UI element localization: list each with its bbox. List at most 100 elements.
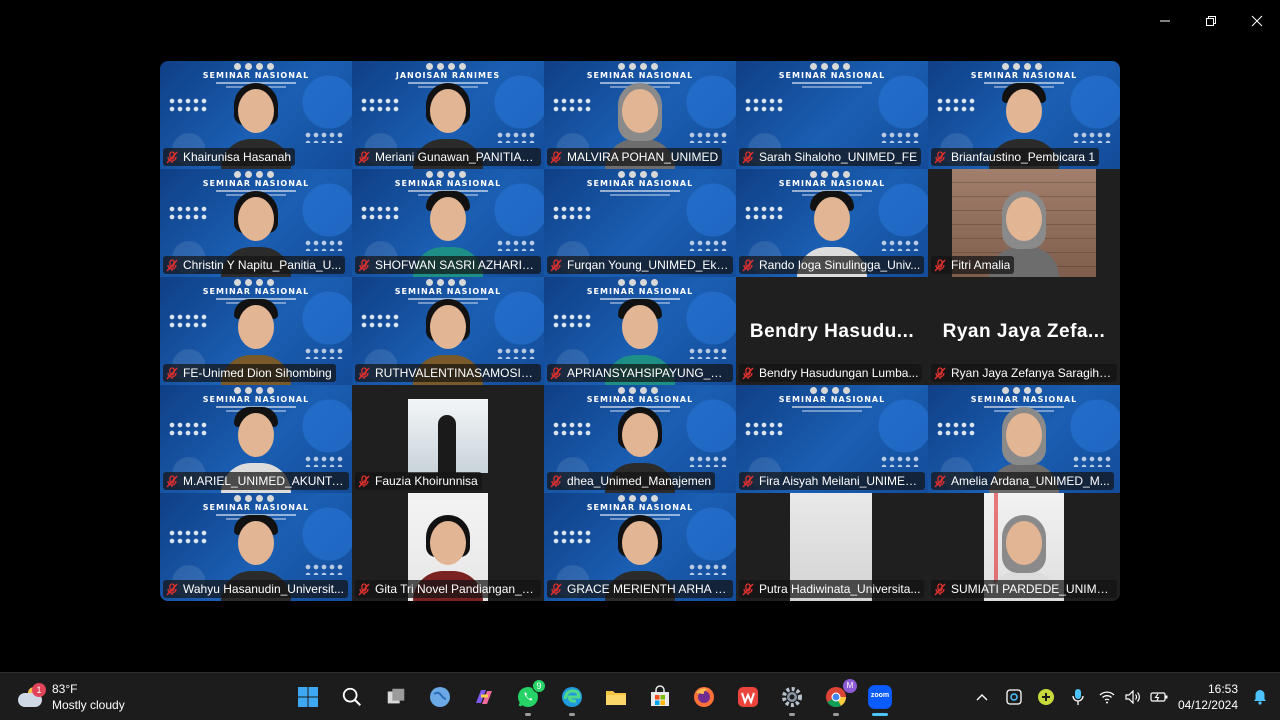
banner-title: SEMINAR NASIONAL [778,71,886,80]
muted-mic-icon [166,150,178,164]
participant-tile[interactable]: SEMINAR NASIONAL RUTHVALENTINASAMOSIR_... [352,277,544,385]
participant-tile[interactable]: Gita Tri Novel Pandiangan_U... [352,493,544,601]
participant-nameplate: M.ARIEL_UNIMED_AKUNTA... [163,472,349,490]
taskbar-app-store[interactable] [638,677,682,717]
muted-mic-icon [166,366,178,380]
muted-mic-icon [934,150,946,164]
participant-tile[interactable]: Putra Hadiwinata_Universita... [736,493,928,601]
muted-mic-icon [358,150,370,164]
banner-title: SEMINAR NASIONAL [586,287,694,296]
participant-name: GRACE MERIENTH ARHA SIL... [567,582,729,596]
participant-name: M.ARIEL_UNIMED_AKUNTA... [183,474,345,488]
battery-tray-button[interactable] [1146,677,1172,717]
participant-tile[interactable]: SEMINAR NASIONAL Amelia Ardana_UNIMED_M..… [928,385,1120,493]
participant-nameplate: Fauzia Khoirunnisa [355,472,482,490]
participant-name: Christin Y Napitu_Panitia_U... [183,258,342,272]
close-icon [1251,15,1263,27]
participant-name: Bendry Hasudungan Lumba... [759,366,919,380]
sync-tray-button[interactable] [998,677,1030,717]
zoom-icon: zoom [867,684,893,710]
wifi-tray-button[interactable] [1094,677,1120,717]
taskbar-app-settings[interactable] [770,677,814,717]
close-button[interactable] [1234,0,1280,42]
speaker-icon [1125,690,1140,704]
clock[interactable]: 16:53 04/12/2024 [1178,681,1238,713]
weather-temp: 83°F [52,682,78,696]
taskbar-app-search[interactable] [330,677,374,717]
participant-tile[interactable]: SEMINAR NASIONAL GRACE MERIENTH ARHA SIL.… [544,493,736,601]
participant-name: Fauzia Khoirunnisa [375,474,478,488]
running-indicator [833,713,839,716]
chrome-icon: M [824,679,857,709]
taskbar-app-edge[interactable] [550,677,594,717]
participant-tile[interactable]: Fauzia Khoirunnisa [352,385,544,493]
globe-icon [428,685,452,709]
taskbar-app-windows-start[interactable] [286,677,330,717]
taskbar-app-globe[interactable] [418,677,462,717]
participant-tile[interactable]: SEMINAR NASIONAL Brianfaustino_Pembicara … [928,61,1120,169]
participant-name: FE-Unimed Dion Sihombing [183,366,332,380]
minimize-button[interactable] [1142,0,1188,42]
clock-date: 04/12/2024 [1177,698,1238,712]
participant-tile[interactable]: SEMINAR NASIONAL MALVIRA POHAN_UNIMED [544,61,736,169]
active-indicator [872,713,888,716]
participant-tile[interactable]: SEMINAR NASIONAL Khairunisa Hasanah [160,61,352,169]
participant-tile[interactable]: SEMINAR NASIONAL Christin Y Napitu_Paniti… [160,169,352,277]
participant-nameplate: Ryan Jaya Zefanya Saragih_... [931,364,1117,382]
firefox-icon [692,685,716,709]
participant-name: RUTHVALENTINASAMOSIR_... [375,366,537,380]
taskbar-app-whatsapp[interactable]: 9 [506,677,550,717]
participant-name: MALVIRA POHAN_UNIMED [567,150,719,164]
participant-tile[interactable]: JANOISAN RANIMES Meriani Gunawan_PANITIA_… [352,61,544,169]
taskbar-app-copilot[interactable] [462,677,506,717]
participant-nameplate: SUMIATI PARDEDE_UNIMED... [931,580,1117,598]
participant-name: Brianfaustino_Pembicara 1 [951,150,1096,164]
muted-mic-icon [550,474,562,488]
participant-tile[interactable]: SEMINAR NASIONAL SHOFWAN SASRI AZHARI_U..… [352,169,544,277]
participant-tile[interactable]: SEMINAR NASIONAL Wahyu Hasanudin_Universi… [160,493,352,601]
app-tray-button[interactable] [1030,677,1062,717]
windows-start-icon [296,685,320,709]
participant-tile[interactable]: SEMINAR NASIONAL APRIANSYAHSIPAYUNG_KET..… [544,277,736,385]
taskbar-app-task-view[interactable] [374,677,418,717]
taskbar-app-file-explorer[interactable] [594,677,638,717]
copilot-icon [472,685,496,709]
participant-tile[interactable]: SEMINAR NASIONAL Sarah Sihaloho_UNIMED_FE [736,61,928,169]
show-hidden-icons-button[interactable] [966,677,998,717]
participant-tile[interactable]: SEMINAR NASIONAL Furqan Young_UNIMED_Eko.… [544,169,736,277]
banner-title: SEMINAR NASIONAL [778,395,886,404]
search-icon [341,686,363,708]
participant-tile[interactable]: Ryan Jaya Zefa... Ryan Jaya Zefanya Sarag… [928,277,1120,385]
participant-tile[interactable]: Fitri Amalia [928,169,1120,277]
muted-mic-icon [934,366,946,380]
muted-mic-icon [358,258,370,272]
participant-name: Putra Hadiwinata_Universita... [759,582,921,596]
muted-mic-icon [358,474,370,488]
participant-name: Meriani Gunawan_PANITIA_UNI... [375,150,537,164]
banner-title: JANOISAN RANIMES [395,71,501,80]
restore-button[interactable] [1188,0,1234,42]
participant-nameplate: Fira Aisyah Meilani_UNIMED... [739,472,925,490]
participant-tile[interactable]: Bendry Hasudu... Bendry Hasudungan Lumba.… [736,277,928,385]
taskbar-app-firefox[interactable] [682,677,726,717]
banner-title: SEMINAR NASIONAL [970,395,1078,404]
participant-tile[interactable]: SEMINAR NASIONAL FE-Unimed Dion Sihombing [160,277,352,385]
taskbar-app-wps[interactable] [726,677,770,717]
participant-tile[interactable]: SUMIATI PARDEDE_UNIMED... [928,493,1120,601]
participant-tile[interactable]: SEMINAR NASIONAL Fira Aisyah Meilani_UNIM… [736,385,928,493]
muted-mic-icon [742,258,754,272]
muted-mic-icon [166,474,178,488]
participant-tile[interactable]: SEMINAR NASIONAL M.ARIEL_UNIMED_AKUNTA... [160,385,352,493]
minimize-icon [1160,20,1170,22]
weather-widget[interactable]: 1 83°F Mostly cloudy [16,681,125,713]
banner-title: SEMINAR NASIONAL [586,179,694,188]
participant-name: Furqan Young_UNIMED_Eko... [567,258,729,272]
wps-icon [736,685,760,709]
participant-tile[interactable]: SEMINAR NASIONAL Rando Ioga Sinulingga_Un… [736,169,928,277]
notifications-button[interactable] [1246,677,1274,717]
taskbar-app-zoom[interactable]: zoom [858,677,902,717]
taskbar-app-chrome[interactable]: M [814,677,858,717]
participant-tile[interactable]: SEMINAR NASIONAL dhea_Unimed_Manajemen [544,385,736,493]
volume-tray-button[interactable] [1120,677,1146,717]
microphone-tray-button[interactable] [1062,677,1094,717]
